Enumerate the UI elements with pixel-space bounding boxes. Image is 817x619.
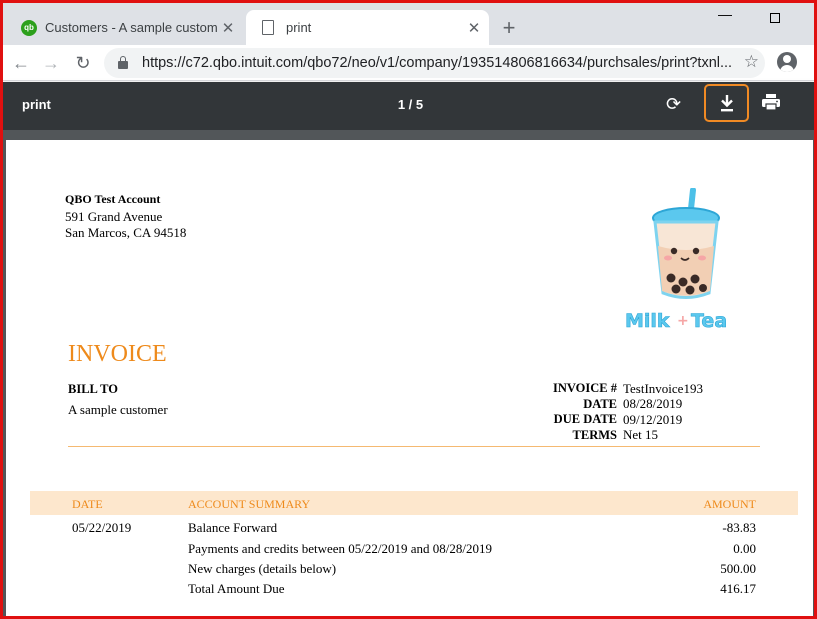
row-amount: -83.83	[722, 520, 756, 535]
meta-row-due-date: DUE DATE 09/12/2019	[546, 412, 703, 428]
minimize-icon[interactable]: —	[718, 6, 732, 22]
meta-value: 09/12/2019	[623, 411, 683, 427]
forward-arrow-icon[interactable]: →	[39, 51, 63, 75]
divider	[68, 446, 760, 447]
download-button[interactable]	[704, 84, 749, 122]
row-summary: Total Amount Due	[188, 581, 285, 596]
milk-tea-logo: Milk + Tea	[625, 188, 727, 332]
page-indicator: 1 / 5	[397, 97, 424, 112]
close-icon[interactable]: ✕	[217, 19, 239, 37]
logo-word-milk: Milk	[625, 310, 670, 332]
back-arrow-icon[interactable]: ←	[9, 51, 33, 75]
company-name: QBO Test Account	[65, 192, 161, 206]
tab-print[interactable]: print ✕	[246, 10, 489, 45]
quickbooks-icon: qb	[21, 19, 37, 36]
logo-plus: +	[677, 313, 689, 329]
table-row: Total Amount Due 416.17	[6, 581, 813, 601]
reload-icon[interactable]: ↻	[71, 51, 95, 75]
company-address-line2: San Marcos, CA 94518	[65, 225, 187, 240]
table-row: New charges (details below) 500.00	[6, 561, 813, 581]
customer-name: A sample customer	[68, 402, 168, 417]
tab-title: print	[286, 20, 312, 35]
rotate-icon[interactable]: ⟳	[666, 94, 681, 115]
document-area[interactable]: QBO Test Account 591 Grand Avenue San Ma…	[3, 130, 814, 618]
header-account-summary: ACCOUNT SUMMARY	[188, 497, 311, 511]
meta-row-terms: TERMS Net 15	[546, 427, 703, 444]
row-summary: Balance Forward	[188, 520, 278, 535]
lock-icon	[118, 56, 128, 69]
table-row: Payments and credits between 05/22/2019 …	[6, 541, 813, 561]
pdf-title: print	[22, 97, 51, 112]
logo-word-tea: Tea	[691, 310, 727, 332]
new-tab-button[interactable]: +	[497, 15, 521, 41]
tab-title: Customers - A sample customer	[45, 20, 217, 35]
maximize-icon[interactable]	[770, 13, 780, 23]
pdf-toolbar: print 1 / 5 ⟳	[3, 82, 814, 130]
meta-label: TERMS	[572, 427, 617, 442]
address-bar[interactable]: https://c72.qbo.intuit.com/qbo72/neo/v1/…	[104, 48, 765, 78]
row-amount: 500.00	[720, 561, 756, 576]
tab-strip: qb Customers - A sample customer ✕ print…	[3, 3, 814, 45]
table-header: DATE ACCOUNT SUMMARY AMOUNT	[30, 491, 798, 515]
meta-label: INVOICE #	[553, 381, 617, 396]
row-amount: 0.00	[733, 541, 756, 556]
document-icon	[262, 20, 274, 35]
print-icon[interactable]	[761, 93, 781, 116]
row-date: 05/22/2019	[72, 520, 132, 535]
invoice-page: QBO Test Account 591 Grand Avenue San Ma…	[6, 140, 813, 618]
row-summary: New charges (details below)	[188, 561, 337, 576]
invoice-meta: INVOICE # TestInvoice193 DATE 08/28/2019…	[546, 381, 703, 443]
bill-to-label: BILL TO	[68, 382, 118, 396]
close-icon[interactable]: ✕	[463, 19, 485, 37]
meta-value: Net 15	[623, 427, 659, 443]
browser-toolbar: ← → ↻ https://c72.qbo.intuit.com/qbo72/n…	[3, 45, 814, 81]
profile-icon[interactable]	[777, 52, 797, 72]
meta-label: DATE	[583, 396, 617, 411]
table-row: 05/22/2019 Balance Forward -83.83	[6, 520, 813, 540]
meta-label: DUE DATE	[553, 412, 617, 427]
company-address-line1: 591 Grand Avenue	[65, 209, 163, 224]
row-summary: Payments and credits between 05/22/2019 …	[188, 541, 493, 556]
header-date: DATE	[72, 497, 103, 511]
download-icon	[720, 95, 733, 112]
meta-value: 08/28/2019	[623, 396, 683, 412]
meta-row-invoice-number: INVOICE # TestInvoice193	[546, 381, 703, 397]
meta-value: TestInvoice193	[623, 380, 703, 396]
bookmark-star-icon[interactable]: ☆	[744, 52, 759, 72]
row-amount: 416.17	[720, 581, 756, 596]
invoice-heading: INVOICE	[68, 341, 167, 367]
header-amount: AMOUNT	[703, 497, 756, 511]
tab-customers[interactable]: qb Customers - A sample customer ✕	[11, 10, 243, 45]
url-text[interactable]: https://c72.qbo.intuit.com/qbo72/neo/v1/…	[142, 55, 765, 71]
meta-row-date: DATE 08/28/2019	[546, 396, 703, 413]
